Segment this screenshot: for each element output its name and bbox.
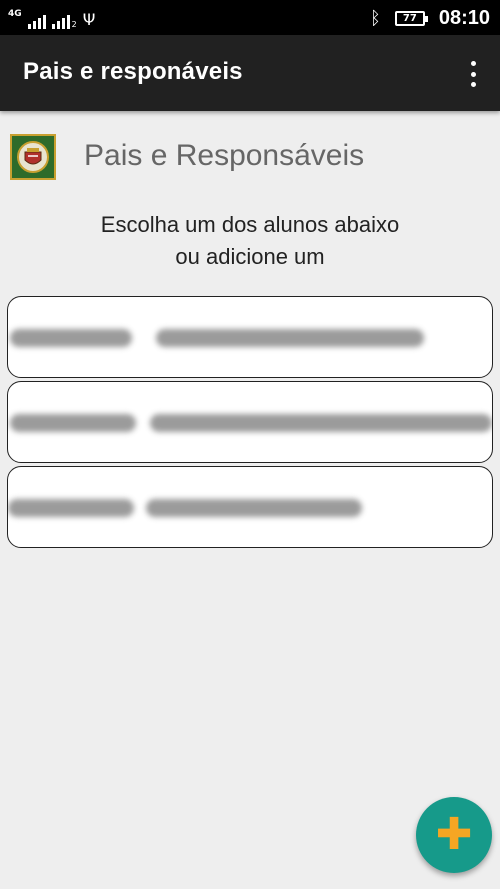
more-vert-icon[interactable] (468, 61, 478, 87)
crest-icon (17, 141, 49, 173)
status-left: 4G 2 Ψ (8, 5, 95, 29)
instruction-text: Escolha um dos alunos abaixo ou adicione… (0, 209, 500, 273)
redacted-name (10, 414, 136, 432)
sim2-label: 2 (71, 20, 77, 29)
redacted-name (146, 499, 362, 517)
page-header: Pais e Responsáveis (10, 134, 364, 180)
signal-2-icon (51, 15, 70, 29)
student-item[interactable] (7, 381, 493, 463)
page-title: Pais e Responsáveis (84, 139, 365, 172)
student-item[interactable] (7, 296, 493, 378)
battery-level: 77 (402, 12, 417, 24)
app-bar: Pais e responáveis (0, 35, 500, 111)
redacted-name (150, 414, 492, 432)
plus-icon: ✚ (435, 809, 473, 860)
student-list (7, 296, 493, 551)
instruction-line-1: Escolha um dos alunos abaixo (100, 212, 400, 237)
add-student-button[interactable]: ✚ (416, 797, 492, 873)
redacted-name (10, 329, 132, 347)
status-bar: 4G 2 Ψ ᛒ 77 08:10 (0, 0, 500, 35)
school-crest-logo (10, 134, 56, 180)
student-item[interactable] (7, 466, 493, 548)
status-right: ᛒ 77 08:10 (370, 5, 490, 31)
usb-icon: Ψ (82, 10, 96, 29)
battery-icon: 77 (394, 10, 428, 26)
app-bar-title: Pais e responáveis (23, 58, 243, 85)
redacted-name (156, 329, 424, 347)
signal-icon (27, 15, 46, 29)
status-time: 08:10 (438, 6, 490, 29)
redacted-name (8, 499, 134, 517)
bluetooth-icon: ᛒ (370, 7, 381, 29)
instruction-line-2: ou adicione um (175, 244, 325, 269)
network-type: 4G (8, 9, 22, 19)
